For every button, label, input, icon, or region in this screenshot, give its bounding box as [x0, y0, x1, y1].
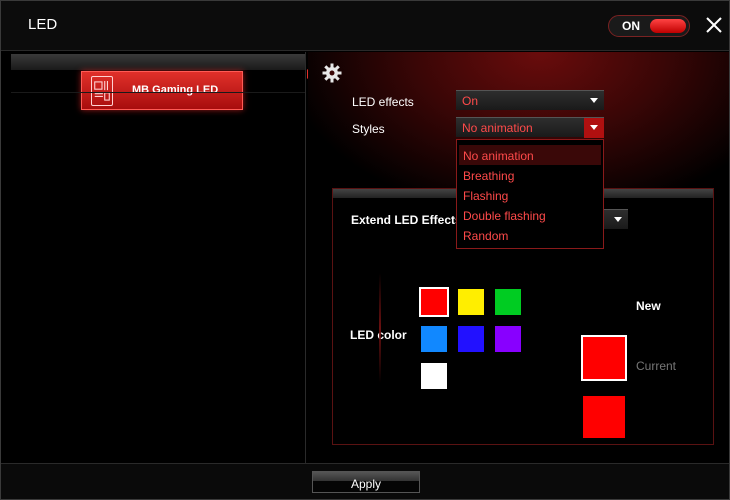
styles-option-double-flashing[interactable]: Double flashing: [459, 205, 601, 225]
extend-led-effects-label: Extend LED Effects: [351, 213, 462, 227]
new-color-label: New: [636, 299, 661, 313]
color-swatch-light-blue[interactable]: [421, 326, 447, 352]
extend-led-effects-select[interactable]: [603, 209, 628, 229]
device-panel: MB Gaming LED: [1, 52, 306, 463]
styles-select[interactable]: No animation: [456, 117, 604, 138]
footer-bar: Apply: [1, 463, 729, 499]
chevron-down-icon: [590, 125, 598, 130]
led-effects-select[interactable]: On: [456, 90, 604, 110]
styles-option-random[interactable]: Random: [459, 225, 601, 245]
styles-option-breathing[interactable]: Breathing: [459, 165, 601, 185]
power-toggle-knob: [650, 19, 686, 33]
power-toggle[interactable]: ON: [608, 15, 690, 37]
title-bar: LED ON: [1, 1, 729, 51]
led-color-divider: [379, 273, 381, 383]
current-color-label: Current: [636, 359, 677, 373]
styles-dropdown-button[interactable]: [584, 118, 604, 138]
new-color-preview: [583, 337, 625, 379]
chevron-down-icon: [614, 217, 622, 222]
led-effects-value: On: [462, 94, 479, 108]
color-swatch-green[interactable]: [495, 289, 521, 315]
device-panel-divider: [11, 92, 305, 93]
current-color-preview: [583, 396, 625, 438]
styles-value: No animation: [462, 121, 533, 135]
device-item-mb-gaming-led[interactable]: MB Gaming LED: [81, 71, 243, 110]
styles-option-flashing[interactable]: Flashing: [459, 185, 601, 205]
device-item-label: MB Gaming LED: [132, 84, 219, 96]
styles-option-no-animation[interactable]: No animation: [459, 145, 601, 165]
color-swatch-yellow[interactable]: [458, 289, 484, 315]
chevron-down-icon: [590, 98, 598, 103]
power-toggle-label: ON: [622, 19, 640, 33]
apply-button[interactable]: Apply: [312, 471, 420, 493]
apply-button-label: Apply: [350, 477, 382, 491]
styles-label: Styles: [352, 122, 385, 136]
settings-panel: LED effects On Styles No animation Exten…: [308, 52, 729, 463]
device-panel-header: [11, 54, 305, 70]
close-icon[interactable]: [703, 14, 725, 36]
window-title: LED: [28, 16, 58, 33]
color-swatch-blue[interactable]: [458, 326, 484, 352]
color-swatch-red[interactable]: [419, 287, 449, 317]
led-effects-label: LED effects: [352, 95, 414, 109]
motherboard-icon: [91, 76, 113, 106]
styles-dropdown-list: No animation Breathing Flashing Double f…: [456, 139, 604, 249]
gear-icon: [322, 63, 342, 83]
color-swatch-white[interactable]: [421, 363, 447, 389]
color-swatch-purple[interactable]: [495, 326, 521, 352]
led-window: LED ON MB Gaming LED LED effects On Styl…: [0, 0, 730, 500]
